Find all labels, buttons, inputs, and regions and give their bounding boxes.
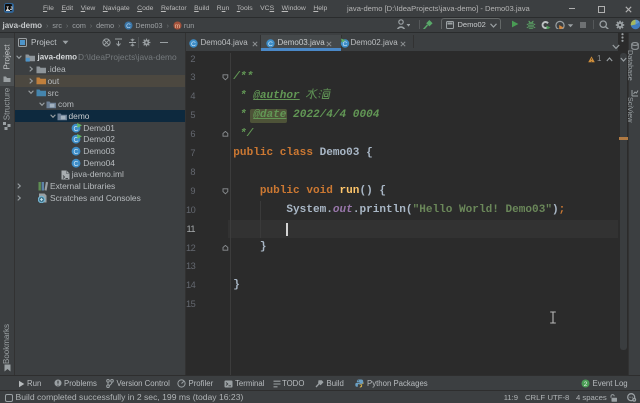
svg-text:C: C (73, 161, 78, 168)
svg-text:2: 2 (584, 381, 588, 388)
svg-text:C: C (73, 149, 78, 156)
svg-text:m: m (175, 22, 180, 29)
svg-text:C: C (127, 22, 132, 29)
svg-text:C: C (268, 41, 273, 48)
svg-text:C: C (191, 41, 196, 48)
svg-text:C: C (342, 41, 347, 48)
